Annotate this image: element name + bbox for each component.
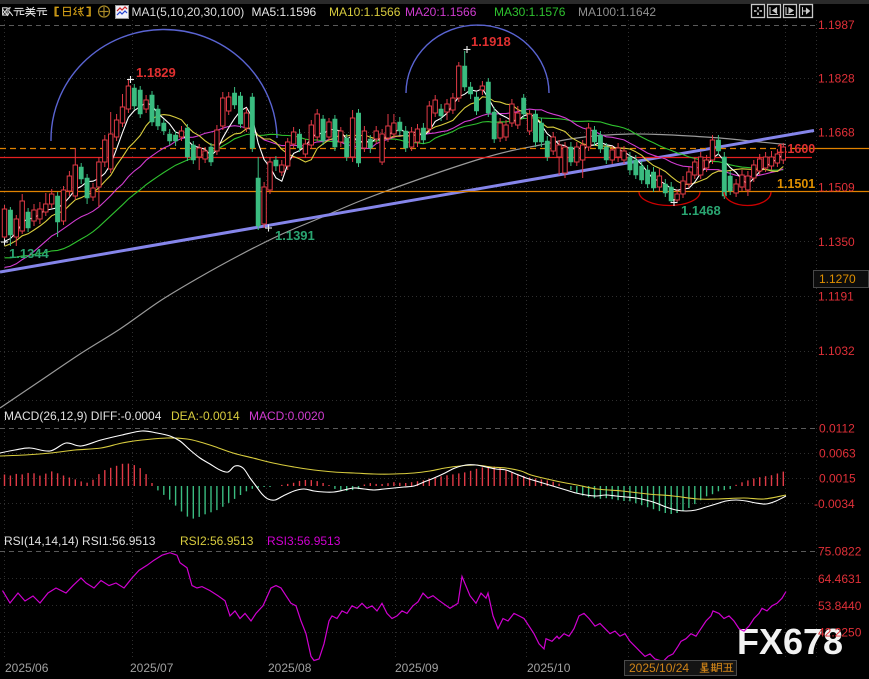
svg-text:75.0822: 75.0822 — [818, 545, 862, 559]
svg-text:RSI(14,14,14) RSI1:56.9513: RSI(14,14,14) RSI1:56.9513 — [4, 534, 156, 548]
svg-text:1.1391: 1.1391 — [275, 228, 315, 243]
svg-text:64.4631: 64.4631 — [818, 572, 862, 586]
svg-text:DEA:-0.0014: DEA:-0.0014 — [171, 409, 240, 423]
svg-text:1.1501: 1.1501 — [777, 177, 815, 191]
svg-text:1.1350: 1.1350 — [818, 235, 855, 249]
svg-text:0.0063: 0.0063 — [819, 447, 856, 461]
svg-text:MA10:1.1566: MA10:1.1566 — [329, 5, 401, 19]
svg-text:2025/06: 2025/06 — [5, 661, 49, 675]
svg-text:1.1270: 1.1270 — [819, 272, 856, 286]
svg-text:1.1191: 1.1191 — [818, 290, 854, 304]
svg-text:0.0112: 0.0112 — [819, 422, 855, 436]
svg-text:2025/10/24: 2025/10/24 — [629, 661, 689, 675]
svg-text:MACD:0.0020: MACD:0.0020 — [249, 409, 325, 423]
svg-text:2025/08: 2025/08 — [268, 661, 312, 675]
svg-text:1.1600: 1.1600 — [777, 142, 815, 156]
svg-text:2025/07: 2025/07 — [130, 661, 174, 675]
svg-text:1.1468: 1.1468 — [681, 203, 721, 218]
svg-text:53.8440: 53.8440 — [818, 599, 862, 613]
svg-text:MACD(26,12,9) DIFF:-0.0004: MACD(26,12,9) DIFF:-0.0004 — [4, 409, 162, 423]
svg-text:0.0015: 0.0015 — [819, 472, 856, 486]
svg-text:2025/10: 2025/10 — [527, 661, 571, 675]
svg-text:MA1(5,10,20,30,100): MA1(5,10,20,30,100) — [132, 5, 245, 19]
svg-text:1.1668: 1.1668 — [818, 126, 855, 140]
svg-text:1.1828: 1.1828 — [818, 72, 855, 86]
svg-text:1.1344: 1.1344 — [9, 246, 50, 261]
svg-text:1.1032: 1.1032 — [818, 344, 855, 358]
svg-text:1.1987: 1.1987 — [818, 18, 855, 32]
svg-text:RSI3:56.9513: RSI3:56.9513 — [267, 534, 341, 548]
svg-text:42.2250: 42.2250 — [818, 626, 862, 640]
svg-text:1.1509: 1.1509 — [818, 181, 855, 195]
svg-text:1.1829: 1.1829 — [136, 65, 176, 80]
svg-text:1.1918: 1.1918 — [471, 34, 511, 49]
svg-text:-0.0034: -0.0034 — [814, 497, 855, 511]
svg-text:RSI2:56.9513: RSI2:56.9513 — [180, 534, 254, 548]
svg-text:MA30:1.1576: MA30:1.1576 — [494, 5, 566, 19]
svg-text:MA100:1.1642: MA100:1.1642 — [578, 5, 656, 19]
svg-text:MA20:1.1566: MA20:1.1566 — [405, 5, 477, 19]
svg-text:2025/09: 2025/09 — [395, 661, 439, 675]
svg-text:MA5:1.1596: MA5:1.1596 — [252, 5, 317, 19]
